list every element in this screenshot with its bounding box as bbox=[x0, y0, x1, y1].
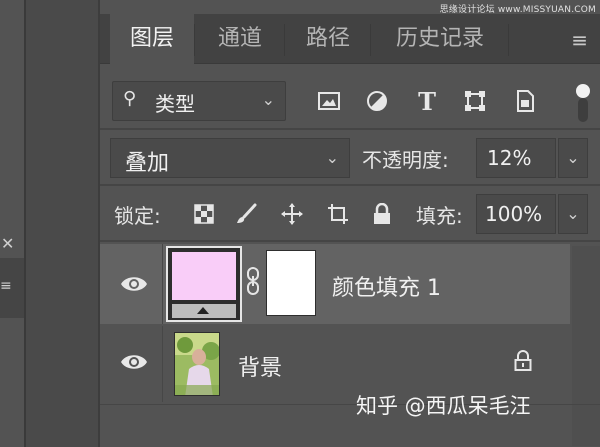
kind-filter-label: 类型 bbox=[155, 92, 195, 116]
triangle-icon bbox=[197, 307, 209, 314]
lock-image-pixels-icon[interactable] bbox=[234, 202, 258, 226]
layers-scrollbar[interactable] bbox=[572, 246, 600, 446]
kind-filter-select[interactable]: ⚲ 类型 ⌄ bbox=[112, 81, 286, 121]
divider bbox=[100, 128, 600, 130]
search-icon: ⚲ bbox=[123, 88, 137, 109]
tab-separator bbox=[284, 24, 285, 56]
opacity-value: 12% bbox=[487, 146, 532, 170]
chevron-down-icon: ⌄ bbox=[566, 204, 580, 223]
visibility-eye-icon[interactable] bbox=[120, 274, 148, 294]
divider bbox=[100, 184, 600, 186]
menu-icon[interactable]: ≡ bbox=[0, 278, 12, 294]
chain-link-icon[interactable] bbox=[246, 266, 260, 296]
tab-channels[interactable]: 通道 bbox=[196, 14, 284, 64]
opacity-label: 不透明度: bbox=[362, 148, 449, 172]
layer-lock-icon[interactable] bbox=[514, 350, 534, 374]
layers-panel: 思缘设计论坛 www.MISSYUAN.COM 图层 通道 路径 历史记录 ≡ … bbox=[98, 0, 600, 447]
shape-filter-icon[interactable] bbox=[462, 88, 488, 114]
fill-color-swatch bbox=[172, 252, 236, 300]
layer-column-separator bbox=[162, 244, 163, 324]
opacity-input[interactable]: 12% bbox=[476, 138, 556, 178]
layer-name[interactable]: 颜色填充 1 bbox=[332, 270, 441, 302]
watermark-bottom: 知乎 @西瓜呆毛汪 bbox=[356, 394, 531, 418]
divider bbox=[100, 240, 600, 242]
panel-tabbar: 图层 通道 路径 历史记录 ≡ bbox=[100, 14, 600, 64]
tab-separator bbox=[194, 24, 195, 56]
blend-row: 叠加 ⌄ 不透明度: 12% ⌄ bbox=[100, 134, 600, 182]
tab-paths[interactable]: 路径 bbox=[286, 14, 370, 64]
tab-layers[interactable]: 图层 bbox=[110, 14, 194, 64]
blend-mode-value: 叠加 bbox=[125, 151, 170, 176]
lock-row: 锁定: 填充: 100% ⌄ bbox=[100, 190, 600, 238]
filter-row: ⚲ 类型 ⌄ T bbox=[100, 76, 600, 124]
fill-value: 100% bbox=[485, 202, 543, 226]
workspace-gap bbox=[26, 0, 98, 447]
filter-toggle-track bbox=[578, 98, 588, 122]
background-photo-thumbnail[interactable] bbox=[174, 332, 220, 396]
chevron-down-icon: ⌄ bbox=[325, 148, 339, 167]
close-icon[interactable]: ✕ bbox=[1, 234, 14, 253]
smart-object-filter-icon[interactable] bbox=[512, 88, 538, 114]
opacity-slider-button[interactable]: ⌄ bbox=[558, 138, 588, 178]
lock-label: 锁定: bbox=[114, 204, 161, 228]
panel-menu-icon[interactable]: ≡ bbox=[571, 28, 588, 52]
lock-artboard-icon[interactable] bbox=[326, 202, 350, 226]
lock-transparent-pixels-icon[interactable] bbox=[192, 202, 216, 226]
type-filter-icon[interactable]: T bbox=[414, 87, 440, 116]
layer-mask-thumbnail[interactable] bbox=[266, 250, 316, 316]
lock-all-icon[interactable] bbox=[370, 202, 394, 226]
lock-position-icon[interactable] bbox=[280, 202, 304, 226]
layer-name[interactable]: 背景 bbox=[238, 350, 282, 382]
fill-input[interactable]: 100% bbox=[476, 194, 556, 234]
left-dock-strip: ✕ ≡ bbox=[0, 0, 26, 447]
visibility-eye-icon[interactable] bbox=[120, 352, 148, 372]
fill-slider-button[interactable]: ⌄ bbox=[558, 194, 588, 234]
tab-history[interactable]: 历史记录 bbox=[372, 14, 508, 64]
layer-row-color-fill[interactable]: 颜色填充 1 bbox=[100, 244, 570, 324]
filter-toggle-knob bbox=[576, 84, 590, 98]
tab-separator bbox=[370, 24, 371, 56]
fill-layer-thumbnail[interactable] bbox=[166, 246, 242, 322]
tab-separator bbox=[508, 24, 509, 56]
chevron-down-icon: ⌄ bbox=[261, 90, 275, 109]
fill-label: 填充: bbox=[416, 204, 463, 228]
blend-mode-select[interactable]: 叠加 ⌄ bbox=[110, 138, 350, 178]
image-filter-icon[interactable] bbox=[316, 88, 342, 114]
layer-column-separator bbox=[162, 326, 163, 402]
filter-toggle[interactable] bbox=[572, 76, 594, 124]
chevron-down-icon: ⌄ bbox=[566, 148, 580, 167]
adjustment-filter-icon[interactable] bbox=[364, 88, 390, 114]
